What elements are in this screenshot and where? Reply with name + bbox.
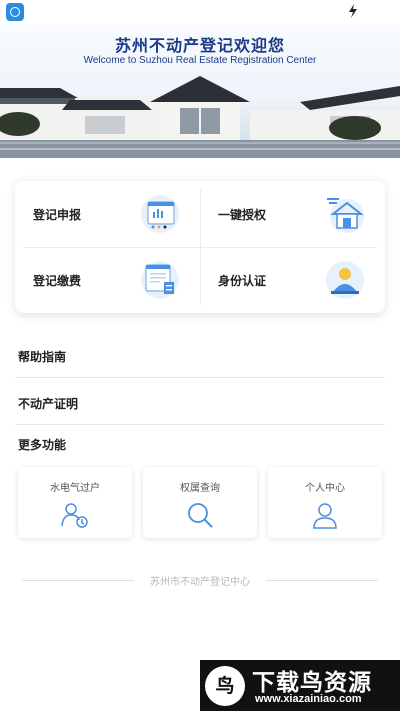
app-badge-icon xyxy=(6,3,24,21)
func-label: 水电气过户 xyxy=(50,483,100,494)
divider xyxy=(266,580,378,581)
banner: 苏州不动产登记欢迎您 Welcome to Suzhou Real Estate… xyxy=(0,24,400,158)
watermark-title: 下载鸟资源 xyxy=(252,670,372,696)
status-bar xyxy=(0,0,400,24)
registration-form-icon xyxy=(141,195,179,233)
service-registration-payment[interactable]: 登记缴费 xyxy=(15,247,200,313)
divider xyxy=(15,424,385,425)
menu-label: 帮助指南 xyxy=(18,350,67,364)
service-identity-verify[interactable]: 身份认证 xyxy=(200,247,385,313)
banner-title: 苏州不动产登记欢迎您 xyxy=(114,36,285,55)
menu-help-guide[interactable]: 帮助指南 xyxy=(0,332,400,378)
charging-icon xyxy=(349,4,357,18)
utility-transfer-icon xyxy=(61,503,88,528)
watermark: 鸟 下载鸟资源 www.xiazainiao.com xyxy=(200,660,400,711)
service-label: 登记缴费 xyxy=(33,274,82,288)
service-one-click-authorize[interactable]: 一键授权 xyxy=(200,181,385,247)
user-icon xyxy=(313,503,337,529)
func-label: 个人中心 xyxy=(305,483,345,494)
banner-subtitle: Welcome to Suzhou Real Estate Registrati… xyxy=(83,55,317,66)
watermark-logo-glyph: 鸟 xyxy=(215,675,235,697)
divider xyxy=(15,377,385,378)
menu-label: 不动产证明 xyxy=(18,397,79,411)
service-label: 一键授权 xyxy=(218,208,267,222)
footer: 苏州市不动产登记中心 xyxy=(0,573,400,589)
service-registration-declare[interactable]: 登记申报 xyxy=(15,181,200,247)
service-label: 登记申报 xyxy=(33,208,82,222)
func-label: 权属查询 xyxy=(180,483,220,494)
identity-verify-icon xyxy=(326,261,364,299)
watermark-url: www.xiazainiao.com xyxy=(255,693,362,705)
func-personal-center[interactable]: 个人中心 xyxy=(268,467,382,538)
payment-document-icon xyxy=(141,261,179,299)
func-ownership-query[interactable]: 权属查询 xyxy=(143,467,257,538)
house-authorize-icon xyxy=(327,198,364,233)
more-functions-title: 更多功能 xyxy=(18,438,67,452)
search-icon xyxy=(188,503,213,528)
service-card: 登记申报 一键授权 登记缴费 身份认证 xyxy=(15,181,385,313)
service-label: 身份认证 xyxy=(218,274,267,288)
menu-property-certificate[interactable]: 不动产证明 xyxy=(0,379,400,425)
func-utility-transfer[interactable]: 水电气过户 xyxy=(18,467,132,538)
